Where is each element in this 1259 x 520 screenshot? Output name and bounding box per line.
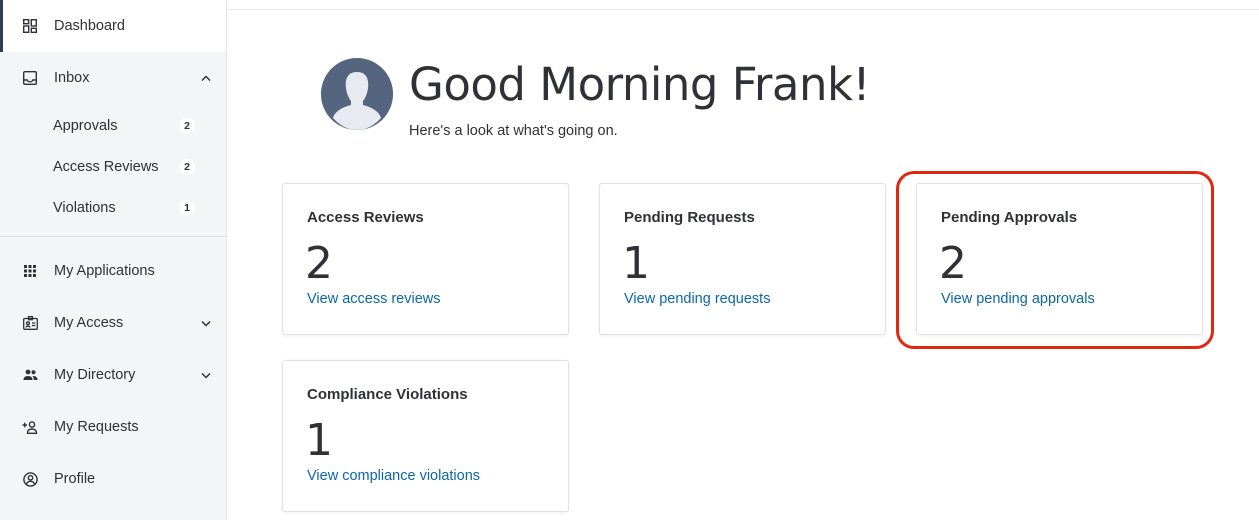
count-badge: 2: [179, 159, 195, 175]
view-access-reviews-link[interactable]: View access reviews: [307, 291, 441, 307]
sidebar-item-my-applications[interactable]: My Applications: [0, 245, 226, 297]
sidebar: Dashboard Inbox Approvals 2 Access Revie…: [0, 0, 227, 520]
sidebar-item-label: My Directory: [54, 367, 136, 383]
people-icon: [22, 367, 38, 383]
sidebar-subitem-label: Violations: [53, 200, 116, 216]
view-compliance-violations-link[interactable]: View compliance violations: [307, 468, 480, 484]
sidebar-item-my-access[interactable]: My Access: [0, 297, 226, 349]
sidebar-item-profile[interactable]: Profile: [0, 453, 226, 505]
sidebar-subitem-approvals[interactable]: Approvals 2: [0, 106, 226, 146]
add-person-icon: [22, 419, 38, 435]
sidebar-subitem-label: Approvals: [53, 118, 118, 134]
sidebar-item-my-requests[interactable]: My Requests: [0, 401, 226, 453]
sidebar-item-label: My Access: [54, 315, 124, 331]
sidebar-item-label: My Requests: [54, 419, 139, 435]
count-badge: 1: [179, 200, 195, 216]
chevron-down-icon[interactable]: [200, 317, 212, 329]
user-silhouette-icon: [321, 58, 393, 130]
sidebar-item-label: Profile: [54, 471, 96, 487]
card-compliance-violations: Compliance Violations 1 View compliance …: [282, 360, 569, 512]
page-subtitle: Here's a look at what's going on.: [409, 123, 618, 139]
card-pending-requests: Pending Requests 1 View pending requests: [599, 183, 886, 335]
card-count: 1: [622, 238, 650, 289]
avatar: [321, 58, 393, 130]
sidebar-subitem-violations[interactable]: Violations 1: [0, 188, 226, 228]
dashboard-grid-icon: [22, 18, 38, 34]
sidebar-item-dashboard[interactable]: Dashboard: [0, 0, 226, 52]
card-count: 2: [939, 238, 967, 289]
card-title: Pending Requests: [624, 209, 755, 226]
sidebar-subitem-label: Access Reviews: [53, 159, 159, 175]
card-pending-approvals: Pending Approvals 2 View pending approva…: [916, 183, 1203, 335]
sidebar-item-inbox[interactable]: Inbox: [0, 52, 226, 104]
sidebar-item-label: Dashboard: [54, 18, 125, 34]
card-count: 2: [305, 238, 333, 289]
user-circle-icon: [22, 471, 38, 487]
card-title: Access Reviews: [307, 209, 424, 226]
view-pending-approvals-link[interactable]: View pending approvals: [941, 291, 1095, 307]
id-badge-icon: [22, 315, 38, 331]
chevron-down-icon[interactable]: [200, 369, 212, 381]
sidebar-item-label: Inbox: [54, 70, 90, 86]
sidebar-divider: [0, 236, 226, 237]
count-badge: 2: [179, 118, 195, 134]
page-title: Good Morning Frank!: [409, 58, 871, 111]
sidebar-subitem-access-reviews[interactable]: Access Reviews 2: [0, 147, 226, 187]
view-pending-requests-link[interactable]: View pending requests: [624, 291, 770, 307]
sidebar-item-label: My Applications: [54, 263, 155, 279]
inbox-tray-icon: [22, 70, 38, 86]
header-divider: [227, 9, 1259, 10]
apps-grid-icon: [22, 263, 38, 279]
card-count: 1: [305, 415, 333, 466]
card-title: Pending Approvals: [941, 209, 1078, 226]
card-title: Compliance Violations: [307, 386, 468, 403]
sidebar-item-my-directory[interactable]: My Directory: [0, 349, 226, 401]
card-access-reviews: Access Reviews 2 View access reviews: [282, 183, 569, 335]
chevron-up-icon[interactable]: [200, 72, 212, 84]
